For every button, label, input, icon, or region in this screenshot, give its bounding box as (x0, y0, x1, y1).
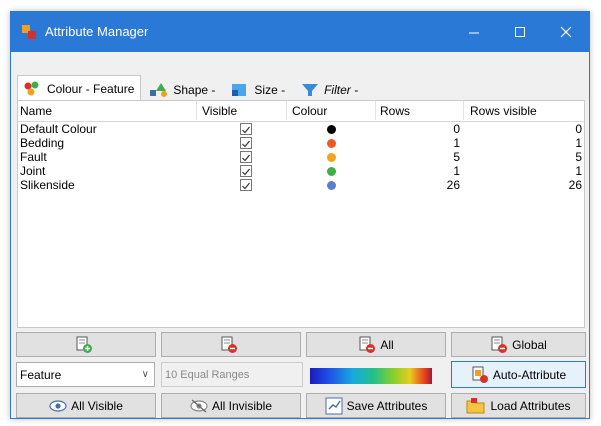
column-separator[interactable] (463, 101, 464, 120)
colour-swatch[interactable] (327, 181, 336, 190)
column-separator[interactable] (375, 101, 376, 120)
colour-ramp[interactable] (310, 368, 432, 384)
remove-document-icon (359, 336, 376, 353)
row-visible-count: 1 (575, 136, 582, 150)
visible-checkbox[interactable] (240, 179, 252, 191)
tab-size[interactable]: Size - (224, 77, 292, 101)
eye-icon (49, 399, 67, 412)
remove-document-icon (491, 336, 508, 353)
eye-slash-icon (190, 399, 208, 412)
row-visible-count: 5 (575, 150, 582, 164)
table-row[interactable]: Slikenside 26 26 (18, 178, 584, 192)
colour-swatch[interactable] (327, 125, 336, 134)
close-button[interactable] (543, 12, 589, 52)
tab-colour[interactable]: Colour - Feature (17, 75, 142, 101)
row-name: Bedding (20, 136, 65, 150)
colour-swatch[interactable] (327, 139, 336, 148)
checkmark-icon (242, 140, 250, 148)
remove-global-button[interactable]: Global (451, 332, 586, 357)
column-header-colour[interactable]: Colour (292, 104, 327, 118)
row-count: 5 (453, 150, 460, 164)
row-visible-count: 1 (575, 164, 582, 178)
visible-checkbox[interactable] (240, 151, 252, 163)
range-field: 10 Equal Ranges (161, 362, 303, 387)
auto-attribute-icon (472, 366, 488, 383)
attribute-table[interactable]: Name Visible Colour Rows Rows visible De… (17, 100, 585, 328)
row-name: Joint (20, 164, 46, 178)
table-row[interactable]: Bedding 1 1 (18, 136, 584, 150)
table-row[interactable]: Default Colour 0 0 (18, 122, 584, 136)
column-header-rows-visible[interactable]: Rows visible (470, 104, 537, 118)
column-header-rows[interactable]: Rows (380, 104, 410, 118)
resize-icon (229, 81, 251, 99)
save-attributes-button[interactable]: Save Attributes (306, 393, 446, 418)
window-title: Attribute Manager (45, 24, 149, 39)
row-visible-count: 26 (568, 178, 582, 192)
palette-icon (22, 80, 44, 98)
row-name: Slikenside (20, 178, 75, 192)
remove-document-icon (221, 336, 237, 353)
tab-strip: Colour - Feature Shape - Size - Filter - (17, 75, 367, 101)
maximize-button[interactable] (497, 12, 543, 52)
close-icon (560, 26, 572, 38)
checkmark-icon (242, 182, 250, 190)
all-visible-button[interactable]: All Visible (16, 393, 156, 418)
app-icon (22, 25, 36, 39)
title-bar[interactable]: Attribute Manager (11, 12, 589, 52)
column-separator[interactable] (196, 101, 197, 120)
checkmark-icon (242, 168, 250, 176)
checkmark-icon (242, 154, 250, 162)
colour-swatch[interactable] (327, 167, 336, 176)
column-separator[interactable] (286, 101, 287, 120)
visibility-action-row: All Visible All Invisible Save Attribute… (16, 393, 586, 419)
save-icon (325, 397, 343, 414)
folder-open-icon (466, 397, 485, 413)
tab-shape[interactable]: Shape - (143, 77, 222, 101)
minimize-icon (469, 32, 479, 34)
row-name: Fault (20, 150, 47, 164)
attribute-action-row: All Global (16, 332, 586, 358)
all-invisible-button[interactable]: All Invisible (161, 393, 301, 418)
visible-checkbox[interactable] (240, 165, 252, 177)
filter-icon (299, 81, 321, 99)
table-header: Name Visible Colour Rows Rows visible (18, 101, 584, 122)
shapes-icon (148, 81, 170, 99)
remove-attribute-button[interactable] (161, 332, 301, 357)
row-count: 1 (453, 136, 460, 150)
auto-attribute-button[interactable]: Auto-Attribute (451, 361, 586, 388)
visible-checkbox[interactable] (240, 123, 252, 135)
chevron-down-icon: ∨ (141, 369, 149, 380)
add-attribute-button[interactable] (16, 332, 156, 357)
row-visible-count: 0 (575, 122, 582, 136)
colour-swatch[interactable] (327, 153, 336, 162)
attribute-manager-window: Attribute Manager Colour - Feature Shape… (10, 11, 590, 419)
maximize-icon (515, 27, 525, 37)
checkmark-icon (242, 126, 250, 134)
remove-all-button[interactable]: All (306, 332, 446, 357)
row-name: Default Colour (20, 122, 97, 136)
add-document-icon (76, 336, 92, 353)
table-row[interactable]: Fault 5 5 (18, 150, 584, 164)
row-count: 1 (453, 164, 460, 178)
table-row[interactable]: Joint 1 1 (18, 164, 584, 178)
feature-select[interactable]: Feature ∨ (16, 362, 155, 387)
minimize-button[interactable] (451, 12, 497, 52)
visible-checkbox[interactable] (240, 137, 252, 149)
row-count: 0 (453, 122, 460, 136)
column-header-name[interactable]: Name (20, 104, 52, 118)
column-header-visible[interactable]: Visible (202, 104, 237, 118)
load-attributes-button[interactable]: Load Attributes (451, 393, 586, 418)
row-count: 26 (446, 178, 460, 192)
tab-filter[interactable]: Filter - (294, 77, 365, 101)
